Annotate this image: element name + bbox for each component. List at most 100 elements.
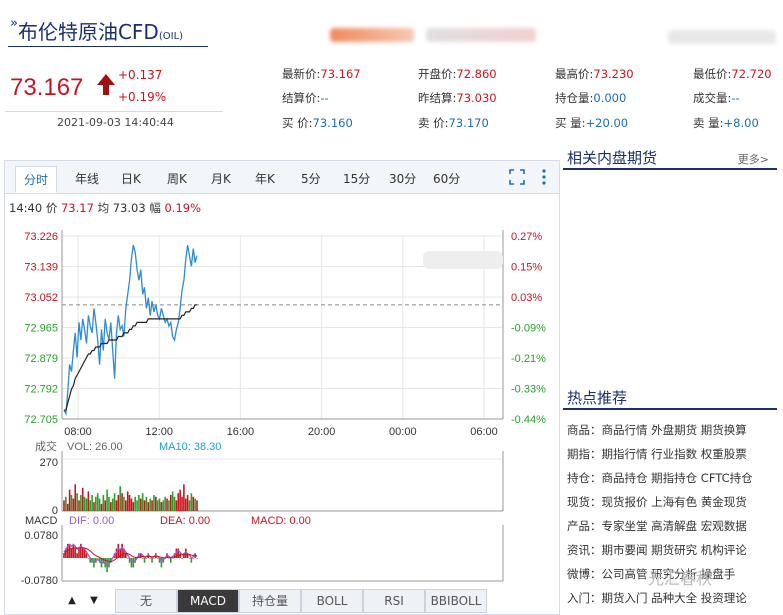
more-link[interactable]: 更多> [738,151,769,167]
volume-bar [104,500,107,511]
hot-row[interactable]: 持仓：商品持仓 期指持仓 CFTC持仓 [567,470,753,486]
quote-value: +8.00 [723,116,759,130]
y-tick-left: 72.705 [24,414,58,426]
scroll-down-button[interactable]: ▼ [85,593,103,609]
hot-row[interactable]: 期指：期指行情 行业指数 权重股票 [567,446,747,462]
volume-bar [66,503,69,511]
volume-bar [123,496,125,511]
y-tick-right: -0.33% [511,384,546,396]
quote-value: 73.167 [320,67,361,81]
volume-bar [96,493,99,511]
volume-bar [110,502,112,511]
volume-bar [194,498,196,511]
quote-label: 成交量: [693,91,732,105]
macd-value: MACD: 0.00 [251,515,311,527]
volume-bar [63,500,65,511]
hot-row[interactable]: 产品：专家坐堂 高清解盘 宏观数据 [567,518,747,534]
quote-value: 72.860 [456,67,497,81]
quote-label: 昨结算: [418,91,457,105]
quote-cell: 买 价:73.160 [282,115,353,131]
volume-bar [85,498,88,511]
volume-bar [125,500,127,511]
quote-cell: 结算价:-- [282,90,329,106]
quote-label: 持仓量: [555,91,594,105]
volume-bar [74,484,77,511]
x-tick-label: 00:00 [389,426,417,438]
x-tick-label: 16:00 [227,426,255,438]
intraday-chart[interactable]: 08:00 12:00 16:00 20:00 00:00 06:00 73.226 73.1… [5,161,559,614]
x-tick-label: 08:00 [64,426,92,438]
macd-bar [81,548,84,558]
volume-bar [138,495,140,511]
scroll-up-button[interactable]: ▲ [63,593,81,609]
price-change: +0.137 [118,68,163,82]
redacted-block [668,30,776,44]
volume-bar [102,495,105,511]
volume-bar [184,498,187,511]
hot-row[interactable]: 商品：商品行情 外盘期货 期货换算 [567,422,747,438]
macd-bar [188,558,191,559]
quote-label: 最新价: [282,67,321,81]
volume-bar [181,496,183,511]
macd-bar [74,548,77,558]
x-tick-label: 06:00 [470,426,498,438]
volume-bar [177,493,180,511]
quote-cell: 买 量:+20.00 [555,115,628,131]
volume-bar [145,496,148,511]
chart-panel: 分时 年线 日K 周K 月K 年K 5分 15分 30分 60分 14:40 价 73.17 均 … [4,160,560,615]
macd-bar [192,558,195,559]
volume-bar [130,498,133,511]
y-tick-left: 72.965 [24,323,58,335]
macd-dif: DIF: 0.00 [69,515,114,527]
y-tick-left: 72.792 [24,384,58,396]
hot-row[interactable]: 现货：现货报价 上海有色 黄金现货 [567,494,747,510]
y-tick-left: 73.226 [24,231,58,243]
hot-recommend-title: 热点推荐 [567,389,628,407]
volume-bar [87,491,90,511]
volume-bar [117,495,120,511]
header: »布伦特原油CFD(OIL) [0,0,783,52]
volume-bar [151,500,153,511]
volume-bar [141,493,144,511]
indicator-tab[interactable]: 持仓量 [239,589,301,613]
title-mark: » [10,16,18,31]
volume-bar [196,500,198,511]
related-futures: 相关内盘期货 更多> [563,144,777,376]
volume-bar [149,498,151,511]
quote-value: 72.720 [731,67,772,81]
volume-bar [80,495,82,511]
macd-bar [121,543,123,558]
indicator-tab[interactable]: BOLL [301,589,363,613]
hot-row[interactable]: 资讯：期市要闻 期货研究 机构评论 [567,542,747,558]
volume-bar [68,489,71,511]
macd-bar [78,548,80,558]
volume-bar [76,493,78,511]
macd-bar [126,558,129,559]
hot-row[interactable]: 入门：期货入门 品种大全 投资理论 [567,590,747,606]
volume-bar [188,500,191,511]
macd-bar [145,558,148,559]
volume-bar [100,503,103,511]
quote-cell: 卖 量:+8.00 [693,115,759,131]
indicator-tab[interactable]: RSI [363,589,425,613]
indicator-tab[interactable]: 无 [115,589,177,613]
quote-label: 开盘价: [418,67,457,81]
indicator-tab[interactable]: MACD [177,589,239,613]
indicator-tab[interactable]: BBIBOLL [425,589,487,613]
quote-label: 结算价: [282,91,321,105]
y-tick-right: 0.15% [511,262,542,274]
quote-value: 73.170 [448,116,489,130]
quote-value: 0.000 [593,91,627,105]
volume-label: 成交 [35,439,57,453]
y-tick-right: -0.44% [511,414,546,426]
volume-bar [70,495,73,511]
volume-bar [106,489,108,511]
quote-label: 买 量: [555,116,586,130]
quote-value: 73.160 [312,116,353,130]
volume-bar [72,498,75,511]
page-title: »布伦特原油CFD(OIL) [10,16,183,45]
volume-bar [186,495,189,511]
quote-value: +20.00 [585,116,629,130]
quote-cell: 最新价:73.167 [282,66,361,82]
hot-recommend-header: 热点推荐 [563,384,777,410]
